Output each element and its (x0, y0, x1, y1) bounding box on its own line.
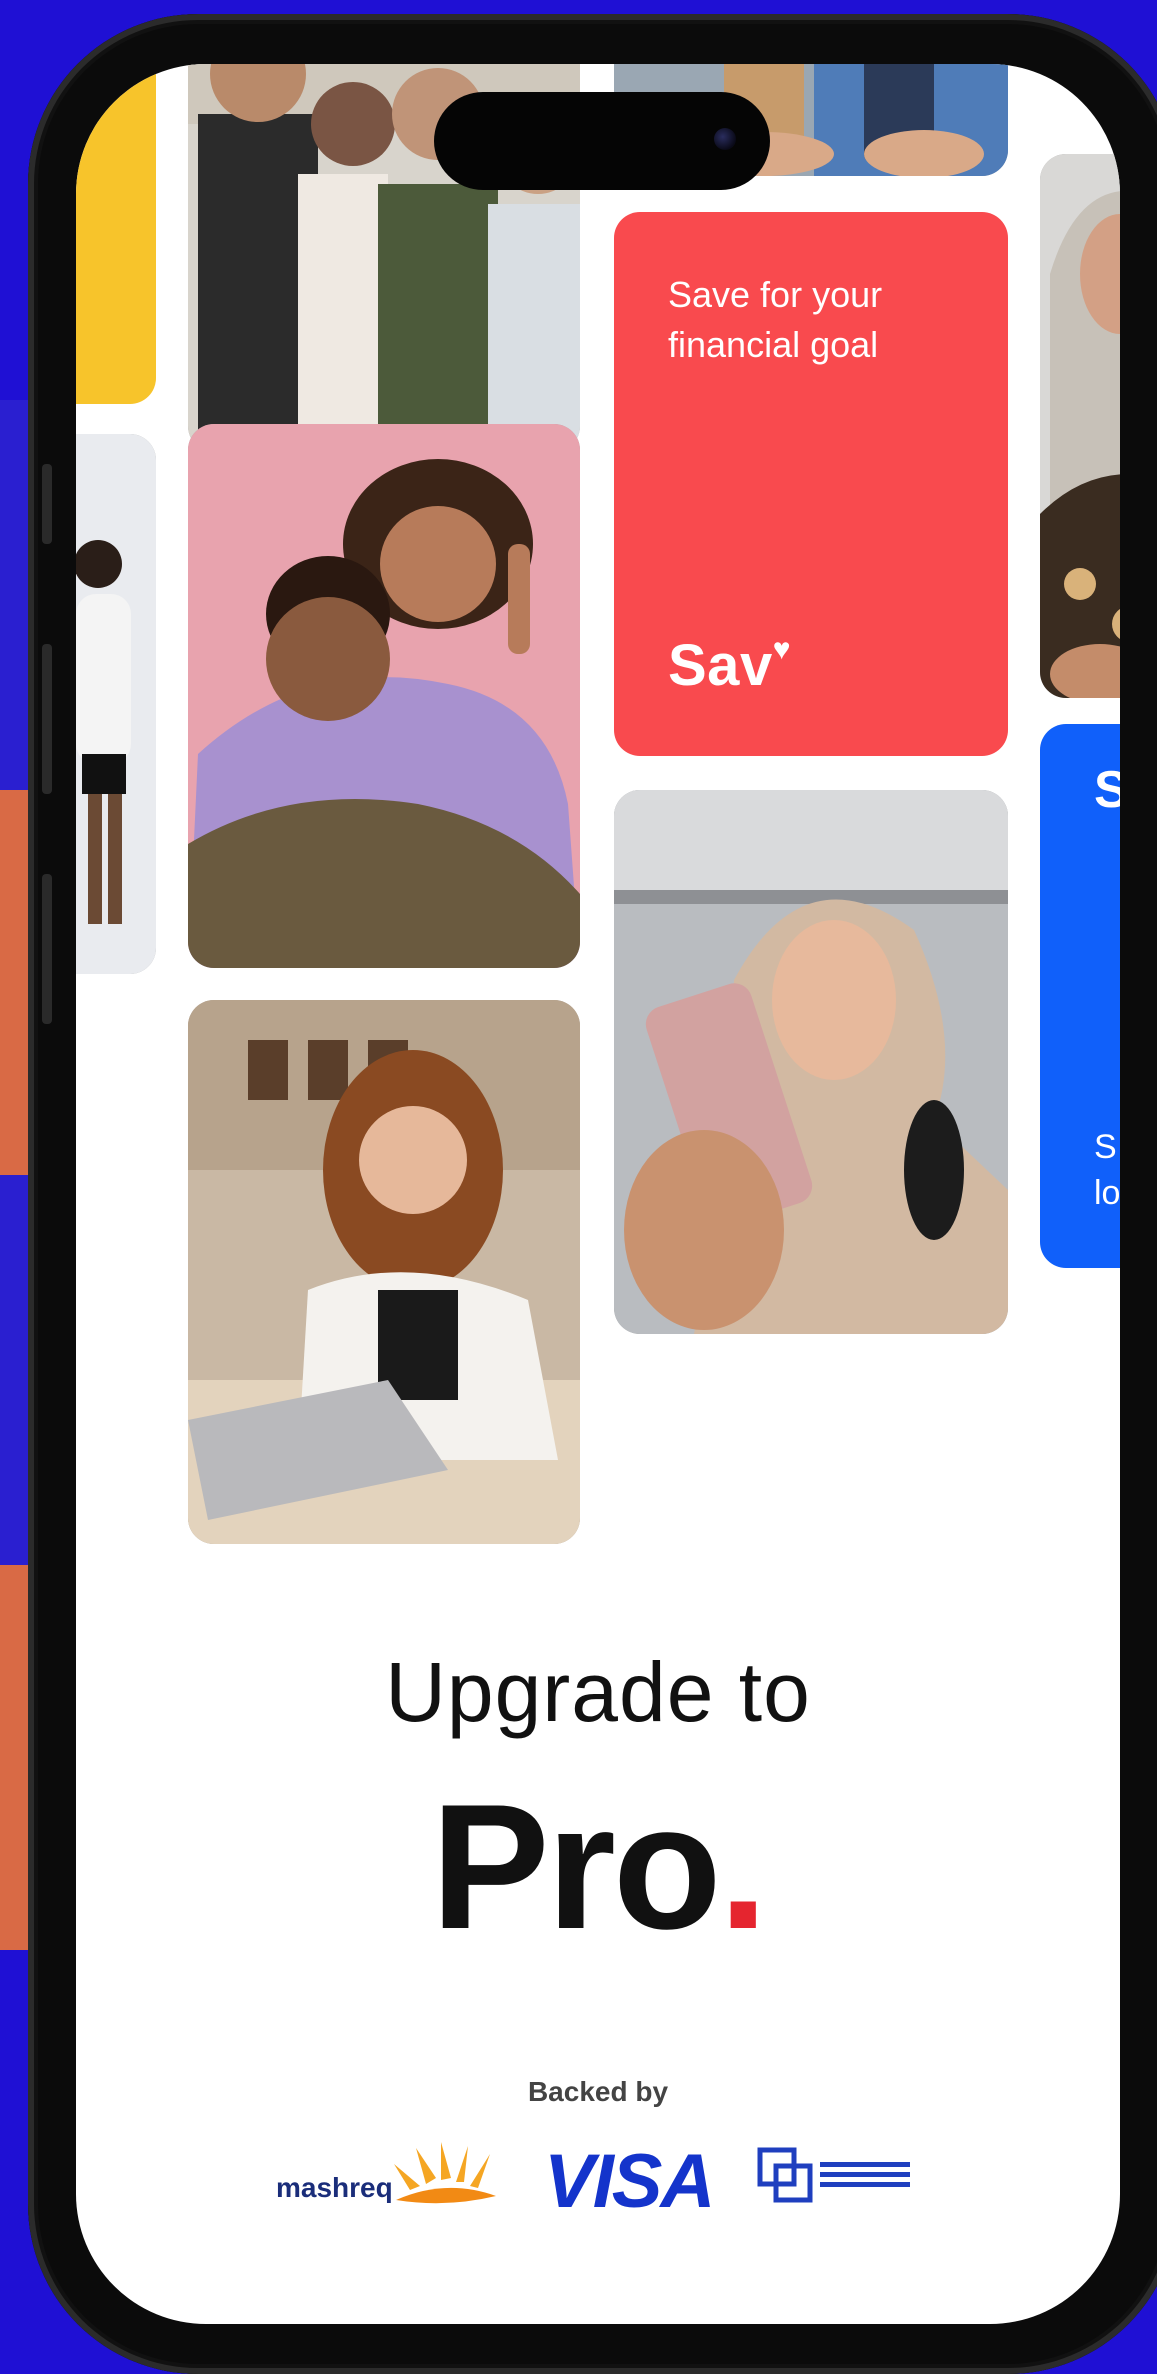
blue-card-text-line-2: lo (1094, 1174, 1120, 1212)
mashreq-sun-icon (394, 2142, 496, 2204)
dynamic-island (434, 92, 770, 190)
heart-icon: ♥ (772, 632, 792, 666)
photo-card-woman-hijab[interactable] (614, 790, 1008, 1334)
photo-card-woman-doorway[interactable] (76, 434, 156, 974)
mashreq-logo: mashreq (76, 2132, 536, 2222)
savings-promo-card[interactable]: Save for your financial goal Sav♥ (614, 212, 1008, 756)
photo-woman-hijab (614, 790, 1008, 1334)
sav-brand-logo: Sav♥ (668, 632, 791, 699)
pro-heading: Pro. (76, 1764, 1120, 1969)
blue-promo-card[interactable]: S Slo (1040, 724, 1120, 1268)
pro-text: Pro (430, 1767, 722, 1966)
visa-logo: VISA (544, 2139, 715, 2224)
app-screen: Save for your financial goal Sav♥ S Slo (76, 64, 1120, 2324)
blue-card-text: Slo (1094, 1124, 1120, 1216)
camera-icon (714, 128, 736, 150)
mashreq-logo-text: mashreq (276, 2172, 393, 2203)
sav-brand-text: Sav (668, 633, 773, 698)
photo-couple-piggyback (188, 424, 580, 968)
blue-card-text-line-1: S (1094, 1128, 1117, 1166)
photo-woman-headscarf (1040, 154, 1120, 698)
savings-card-tagline: Save for your financial goal (668, 274, 883, 365)
backer-logos: mashreq VISA (76, 2132, 1120, 2224)
phone-volume-up (42, 644, 52, 794)
phone-silent-switch (42, 464, 52, 544)
photo-card-couple-piggyback[interactable] (188, 424, 580, 968)
photo-woman-doorway (76, 434, 156, 974)
backed-by-label: Backed by (527, 2076, 669, 2107)
blue-card-title: S (1094, 761, 1120, 819)
phone-volume-down (42, 874, 52, 1024)
promo-card-yellow[interactable] (76, 64, 156, 404)
photo-card-woman-laptop[interactable] (188, 1000, 580, 1544)
endowment-fund-logo (757, 2147, 910, 2203)
pro-accent-dot: . (718, 1767, 768, 1966)
photo-card-woman-headscarf[interactable] (1040, 154, 1120, 698)
photo-woman-laptop (188, 1000, 580, 1544)
upgrade-heading: Upgrade to (385, 1645, 811, 1739)
